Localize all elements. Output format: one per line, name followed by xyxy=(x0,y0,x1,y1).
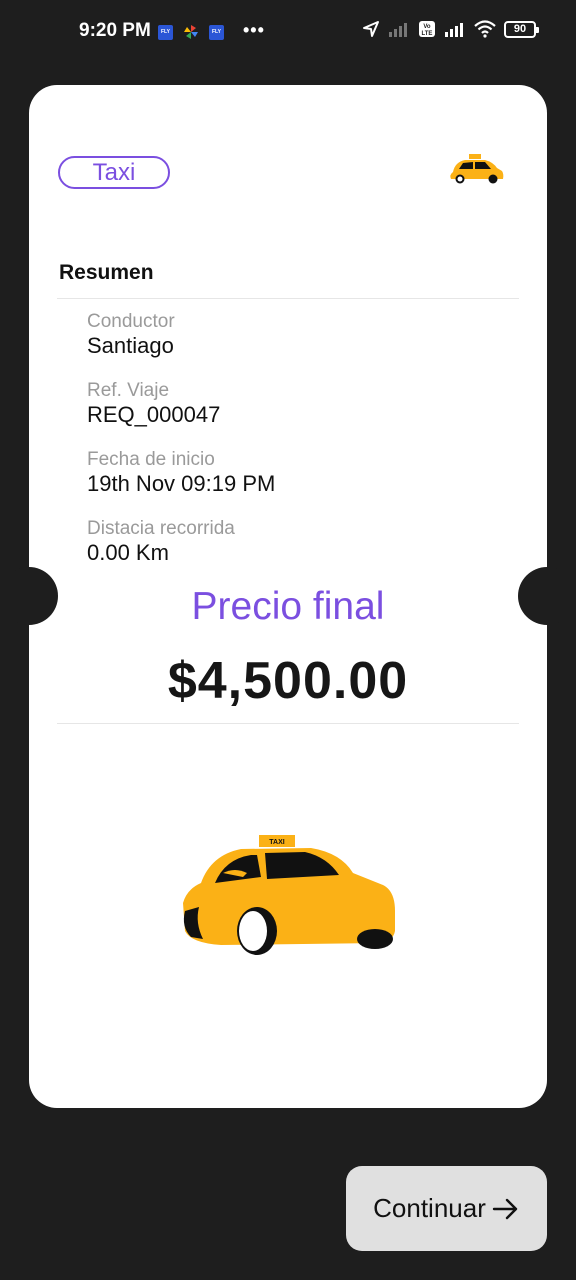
final-price-label: Precio final xyxy=(191,585,385,628)
taxi-icon xyxy=(450,154,504,184)
wifi-icon xyxy=(474,20,496,38)
taxi-illustration: TAXI xyxy=(183,835,395,955)
fly-app-icon-2: FLY xyxy=(209,24,224,40)
svg-text:Vo: Vo xyxy=(423,24,431,30)
summary-title: Resumen xyxy=(59,261,154,284)
taxi-sign-text: TAXI xyxy=(269,839,284,846)
field-trip-ref: Ref. Viaje REQ_000047 xyxy=(87,380,220,428)
field-distance: Distacia recorrida 0.00 Km xyxy=(87,518,235,566)
summary-divider xyxy=(57,298,519,299)
signal-weak-icon xyxy=(389,23,407,37)
field-label: Distacia recorrida xyxy=(87,518,235,539)
field-driver: Conductor Santiago xyxy=(87,311,175,359)
final-price-value: $4,500.00 xyxy=(167,652,409,710)
ride-summary-card: Taxi Resumen Conductor Santiago Ref. Via… xyxy=(0,85,576,1108)
status-time: 9:20 PM xyxy=(79,20,151,41)
field-value: 0.00 Km xyxy=(87,540,169,565)
status-bar: 9:20 PM FLY FLY ••• Vo LTE 90 xyxy=(0,0,576,64)
notification-icons: FLY FLY xyxy=(158,24,224,40)
photos-pinwheel-icon xyxy=(184,25,198,39)
field-label: Fecha de inicio xyxy=(87,449,215,470)
field-label: Conductor xyxy=(87,311,175,332)
battery-icon: 90 xyxy=(504,20,539,38)
price-divider xyxy=(57,723,519,724)
signal-strong-icon xyxy=(445,23,463,37)
field-label: Ref. Viaje xyxy=(87,380,170,401)
fly-app-icon: FLY xyxy=(158,24,173,40)
continue-button[interactable]: Continuar xyxy=(346,1166,547,1251)
svg-text:LTE: LTE xyxy=(422,31,433,37)
location-icon xyxy=(363,21,379,37)
screen: 9:20 PM FLY FLY ••• Vo LTE 90 Taxi Resum… xyxy=(0,0,576,1280)
field-value: 19th Nov 09:19 PM xyxy=(87,471,276,496)
continue-button-label: Continuar xyxy=(373,1193,486,1223)
arrow-right-icon xyxy=(492,1198,518,1219)
more-notifications-icon: ••• xyxy=(243,20,265,40)
service-type-badge: Taxi xyxy=(58,156,170,189)
field-value: REQ_000047 xyxy=(87,402,221,427)
field-start-date: Fecha de inicio 19th Nov 09:19 PM xyxy=(87,449,275,497)
field-value: Santiago xyxy=(87,333,174,358)
status-right: Vo LTE 90 xyxy=(362,20,539,38)
volte-icon: Vo LTE xyxy=(419,21,435,37)
